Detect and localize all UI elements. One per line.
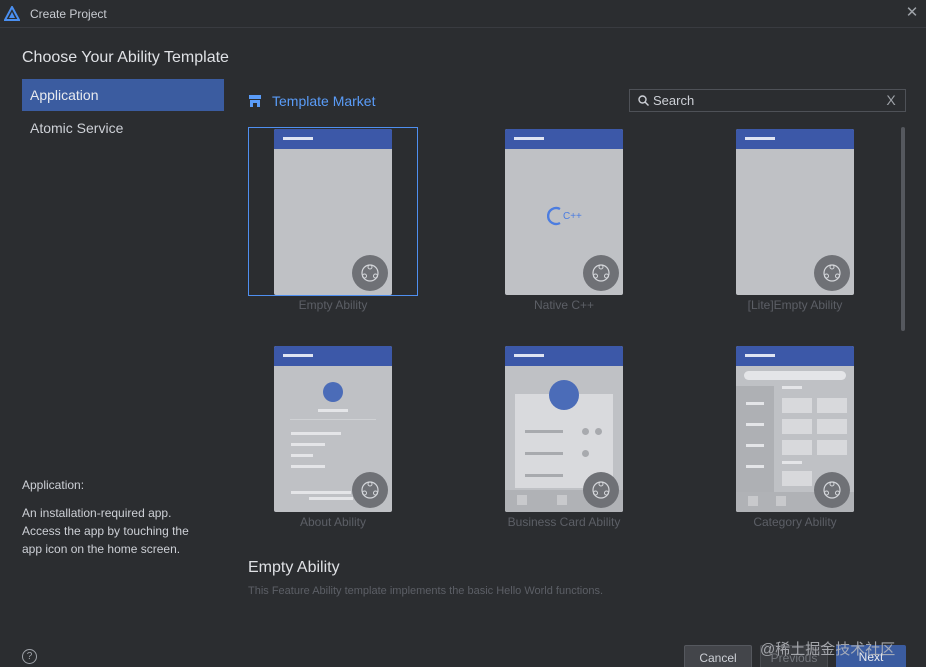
- sidebar-item-label: Application: [30, 87, 99, 103]
- template-native-cpp[interactable]: C++: [505, 129, 623, 295]
- template-name: Business Card Ability: [507, 515, 621, 529]
- window-title: Create Project: [30, 7, 107, 21]
- sidebar-item-label: Atomic Service: [30, 120, 124, 136]
- sidebar-description: Application: An installation-required ap…: [22, 476, 212, 558]
- selected-template-title: Empty Ability: [248, 559, 340, 576]
- search-icon: [638, 95, 649, 106]
- description-text: An installation-required app. Access the…: [22, 506, 189, 556]
- template-about-ability[interactable]: [274, 346, 392, 512]
- search-box[interactable]: X: [629, 89, 906, 112]
- ability-badge-icon: [814, 472, 850, 508]
- template-name: Empty Ability: [298, 298, 368, 312]
- title-bar: Create Project ✕: [0, 0, 926, 28]
- page-title: Choose Your Ability Template: [22, 49, 229, 66]
- scrollbar-thumb[interactable]: [901, 127, 905, 331]
- ability-badge-icon: [352, 472, 388, 508]
- clear-search-icon[interactable]: X: [885, 92, 897, 109]
- ability-badge-icon: [583, 255, 619, 291]
- template-name: Category Ability: [753, 515, 837, 529]
- sidebar-item-atomic-service[interactable]: Atomic Service: [22, 112, 224, 144]
- selected-template-description: This Feature Ability template implements…: [248, 585, 604, 597]
- search-input[interactable]: [653, 92, 878, 109]
- deveco-logo-icon: [4, 6, 20, 21]
- store-icon: [249, 95, 261, 107]
- watermark: @稀土掘金技术社区: [760, 641, 896, 658]
- template-name: [Lite]Empty Ability: [747, 298, 843, 312]
- template-preview: [274, 129, 392, 295]
- description-title: Application:: [22, 478, 85, 492]
- cpp-logo-icon: C++: [547, 206, 582, 226]
- ability-badge-icon: [814, 255, 850, 291]
- close-icon[interactable]: ✕: [904, 5, 920, 21]
- template-name: About Ability: [299, 515, 367, 529]
- ability-badge-icon: [352, 255, 388, 291]
- template-lite-empty-ability[interactable]: [736, 129, 854, 295]
- svg-text:C++: C++: [563, 211, 582, 222]
- template-name: Native C++: [533, 298, 595, 312]
- sidebar-item-application[interactable]: Application: [22, 79, 224, 111]
- help-icon[interactable]: ?: [22, 649, 37, 664]
- template-business-card-ability[interactable]: [505, 346, 623, 512]
- template-market-link[interactable]: Template Market: [248, 92, 375, 110]
- template-category-ability[interactable]: [736, 346, 854, 512]
- ability-badge-icon: [583, 472, 619, 508]
- template-market-label: Template Market: [272, 93, 376, 109]
- cancel-button[interactable]: Cancel: [684, 645, 752, 667]
